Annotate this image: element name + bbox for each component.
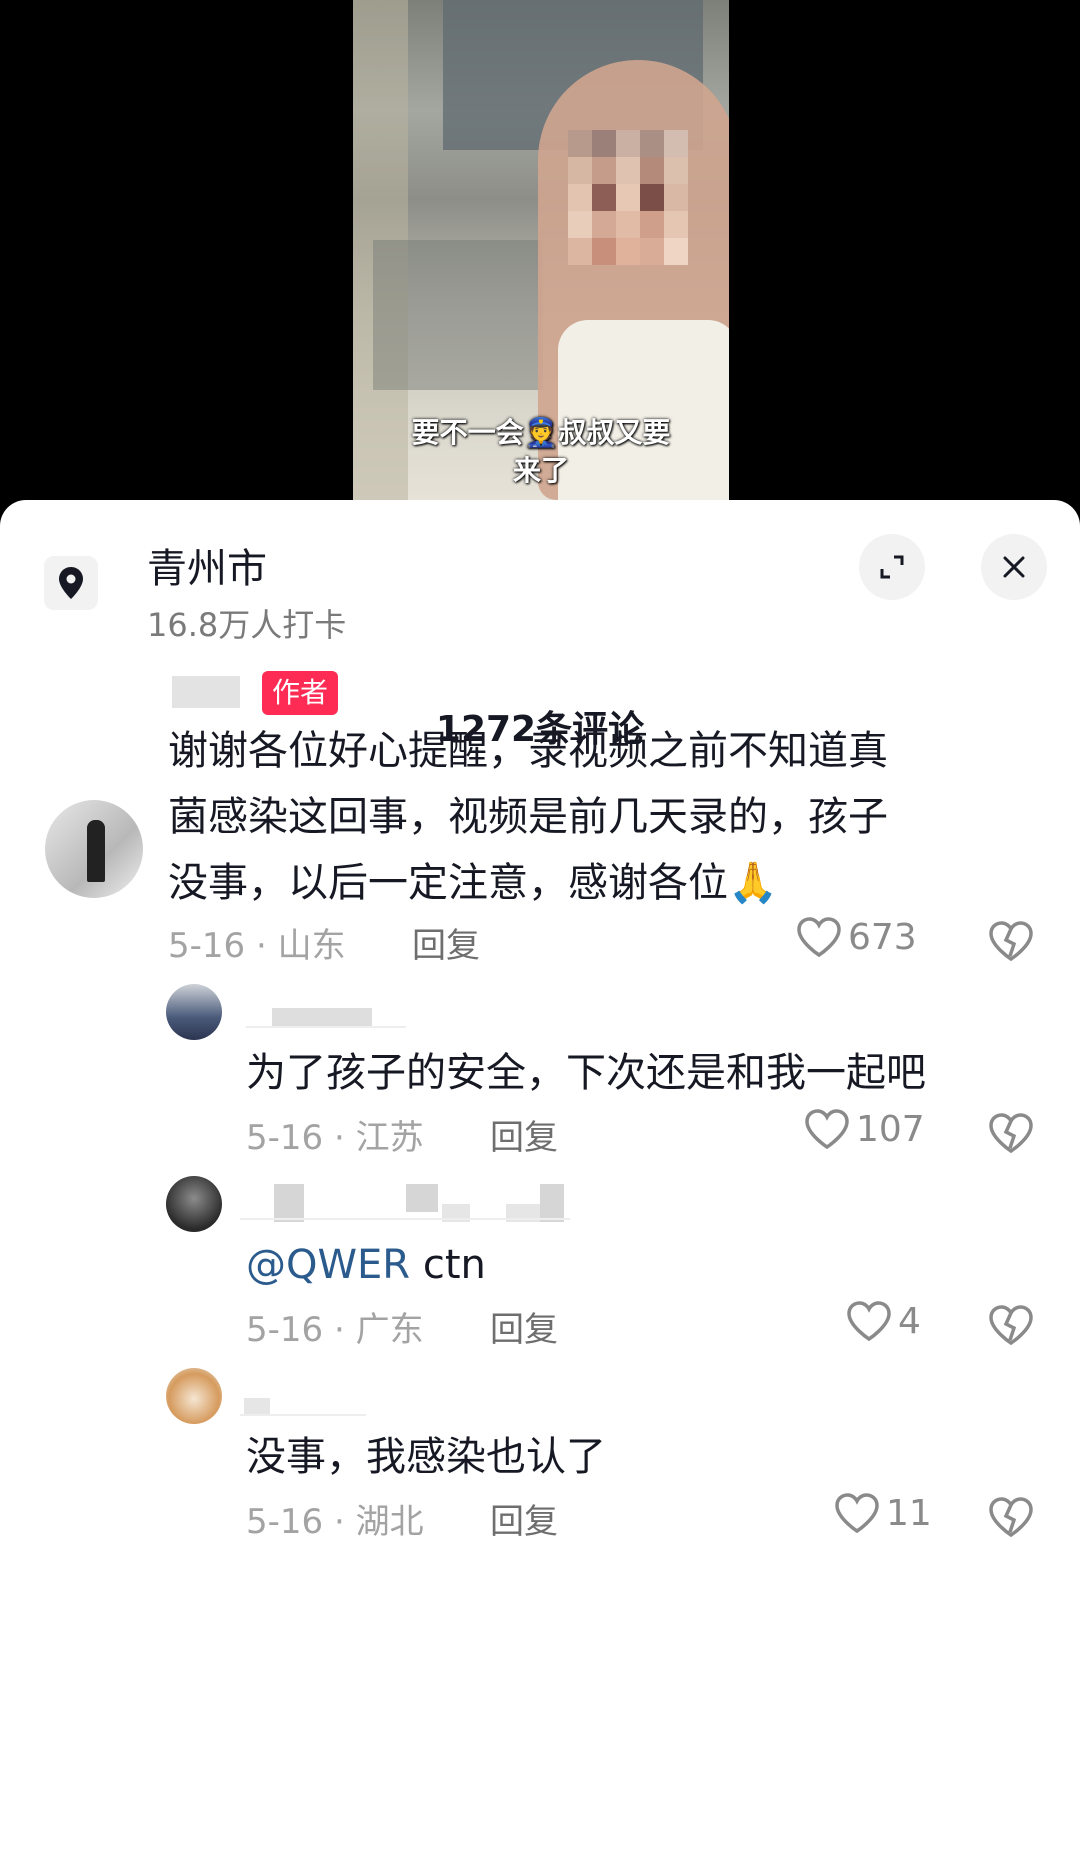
like-count: 4 bbox=[898, 1300, 921, 1342]
dislike-button[interactable] bbox=[988, 1112, 1034, 1158]
comment-line: 没事，以后一定注意，感谢各位🙏 bbox=[168, 860, 778, 906]
like-count: 11 bbox=[886, 1492, 932, 1534]
comment-line: 谢谢各位好心提醒，录视频之前不知道真 bbox=[168, 728, 888, 774]
username-redacted[interactable] bbox=[540, 1184, 564, 1222]
reply-button[interactable]: 回复 bbox=[490, 1494, 558, 1543]
broken-heart-icon bbox=[989, 1305, 1033, 1346]
username-redacted[interactable] bbox=[274, 1184, 304, 1222]
heart-icon bbox=[847, 1301, 891, 1342]
username-redacted[interactable] bbox=[244, 1398, 270, 1414]
comment-sheet: 青州市 16.8万人打卡 1272条评论 作者 谢谢各位好心提醒，录视频之前不知… bbox=[0, 500, 1080, 1875]
dislike-button[interactable] bbox=[988, 920, 1034, 966]
dislike-button[interactable] bbox=[988, 1496, 1034, 1542]
comment-text: 没事，我感染也认了 bbox=[246, 1434, 606, 1480]
comment-text: 为了孩子的安全，下次还是和我一起吧 bbox=[246, 1050, 926, 1096]
broken-heart-icon bbox=[989, 1497, 1033, 1538]
location-checkins: 16.8万人打卡 bbox=[147, 606, 347, 644]
comment-text-body: ctn bbox=[410, 1242, 486, 1288]
comment-date-location: 5-16 · 江苏 bbox=[246, 1118, 424, 1158]
like-button[interactable]: 4 bbox=[846, 1300, 921, 1342]
avatar[interactable] bbox=[166, 1176, 222, 1232]
reply-button[interactable]: 回复 bbox=[412, 918, 480, 967]
close-button[interactable] bbox=[981, 534, 1047, 600]
username-redacted bbox=[240, 1414, 366, 1416]
video-frame[interactable]: 要不一会👮叔叔又要 来了 bbox=[353, 0, 729, 500]
subtitle-line: 来了 bbox=[512, 454, 569, 487]
dislike-button[interactable] bbox=[988, 1304, 1034, 1350]
comment-date-location: 5-16 · 山东 bbox=[168, 926, 346, 966]
video-subtitle: 要不一会👮叔叔又要 来了 bbox=[353, 410, 729, 494]
comment-text: 谢谢各位好心提醒，录视频之前不知道真 菌感染这回事，视频是前几天录的，孩子 没事… bbox=[168, 718, 888, 916]
heart-icon bbox=[797, 917, 841, 958]
heart-icon bbox=[805, 1109, 849, 1150]
location-name[interactable]: 青州市 bbox=[147, 536, 267, 594]
username-redacted bbox=[246, 1026, 406, 1028]
username-redacted[interactable] bbox=[272, 1008, 372, 1028]
author-badge: 作者 bbox=[262, 671, 339, 715]
video-background bbox=[373, 240, 543, 390]
username-redacted[interactable] bbox=[406, 1184, 438, 1212]
avatar[interactable] bbox=[45, 800, 143, 898]
username-redacted bbox=[240, 1218, 570, 1220]
location-pin-icon[interactable] bbox=[44, 556, 98, 610]
like-count: 673 bbox=[848, 916, 917, 958]
comment-line: 菌感染这回事，视频是前几天录的，孩子 bbox=[168, 794, 888, 840]
like-button[interactable]: 673 bbox=[796, 916, 917, 958]
expand-icon bbox=[880, 555, 904, 579]
comment-date-location: 5-16 · 广东 bbox=[246, 1310, 424, 1350]
comment-text: @QWER ctn bbox=[246, 1232, 486, 1298]
like-button[interactable]: 107 bbox=[804, 1108, 925, 1150]
heart-icon bbox=[835, 1493, 879, 1534]
comment-date-location: 5-16 · 湖北 bbox=[246, 1502, 424, 1542]
like-count: 107 bbox=[856, 1108, 925, 1150]
reply-button[interactable]: 回复 bbox=[490, 1302, 558, 1351]
close-icon bbox=[1003, 556, 1025, 578]
avatar[interactable] bbox=[166, 1368, 222, 1424]
username-redacted[interactable] bbox=[172, 676, 240, 708]
video-area[interactable]: 要不一会👮叔叔又要 来了 bbox=[0, 0, 1080, 500]
broken-heart-icon bbox=[989, 921, 1033, 962]
expand-button[interactable] bbox=[859, 534, 925, 600]
reply-button[interactable]: 回复 bbox=[490, 1110, 558, 1159]
like-button[interactable]: 11 bbox=[834, 1492, 932, 1534]
mention-link[interactable]: @QWER bbox=[246, 1242, 410, 1288]
broken-heart-icon bbox=[989, 1113, 1033, 1154]
avatar[interactable] bbox=[166, 984, 222, 1040]
face-mosaic bbox=[568, 130, 688, 265]
